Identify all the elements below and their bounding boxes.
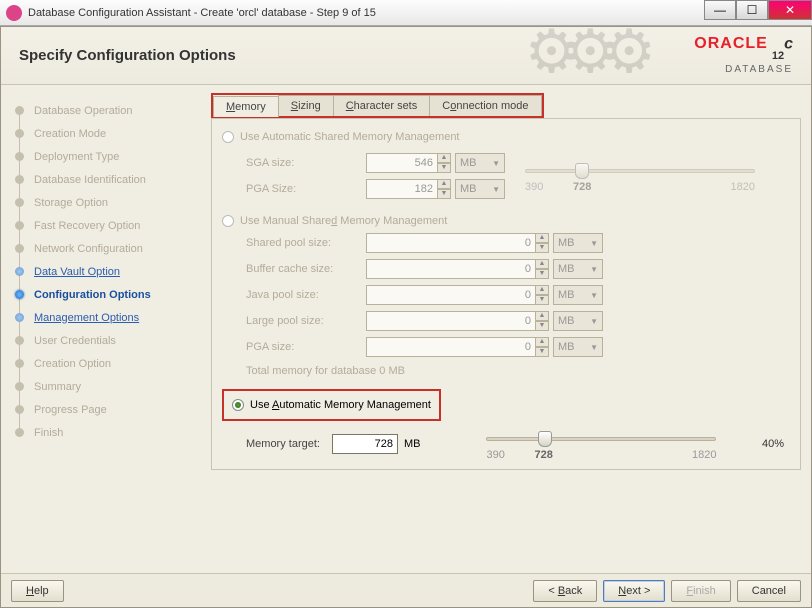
titlebar: Database Configuration Assistant - Creat… bbox=[0, 0, 812, 26]
pga-unit[interactable]: MB▼ bbox=[455, 179, 505, 199]
step-network-config: Network Configuration bbox=[15, 237, 193, 260]
header: Specify Configuration Options ⚙⚙⚙ ORACLE… bbox=[1, 27, 811, 85]
pga2-spinner[interactable]: ▲▼ bbox=[366, 337, 549, 357]
step-management-options[interactable]: Management Options bbox=[15, 306, 193, 329]
back-button[interactable]: < Back bbox=[533, 580, 597, 602]
radio-auto-memory[interactable]: Use Automatic Memory Management bbox=[232, 399, 431, 411]
step-config-options[interactable]: Configuration Options bbox=[15, 283, 193, 306]
large-pool-spinner[interactable]: ▲▼ bbox=[366, 311, 549, 331]
tab-sizing[interactable]: Sizing bbox=[278, 95, 334, 116]
slider-thumb[interactable] bbox=[575, 163, 589, 179]
finish-button: Finish bbox=[671, 580, 730, 602]
buffer-cache-spinner[interactable]: ▲▼ bbox=[366, 259, 549, 279]
tab-character-sets[interactable]: Character sets bbox=[333, 95, 431, 116]
gears-deco: ⚙⚙⚙ bbox=[525, 27, 641, 85]
caret-down-icon: ▼ bbox=[492, 159, 500, 168]
page-title: Specify Configuration Options bbox=[19, 47, 236, 64]
memory-target-unit: MB bbox=[404, 438, 421, 450]
step-data-vault[interactable]: Data Vault Option bbox=[15, 260, 193, 283]
memory-target-input[interactable] bbox=[332, 434, 398, 454]
memory-target-slider[interactable]: 3907281820 bbox=[486, 429, 716, 459]
step-creation-option: Creation Option bbox=[15, 352, 193, 375]
step-summary: Summary bbox=[15, 375, 193, 398]
help-button[interactable]: Help bbox=[11, 580, 64, 602]
sga-label: SGA size: bbox=[246, 157, 366, 169]
radio-icon bbox=[222, 131, 234, 143]
step-storage-option: Storage Option bbox=[15, 191, 193, 214]
step-progress-page: Progress Page bbox=[15, 398, 193, 421]
oracle-logo: ORACLE12c DATABASE bbox=[694, 36, 793, 75]
radio-selected-icon bbox=[232, 399, 244, 411]
tab-bar: Memory Sizing Character sets Connection … bbox=[211, 93, 544, 118]
spin-down-icon[interactable]: ▼ bbox=[437, 163, 451, 173]
tab-connection-mode[interactable]: Connection mode bbox=[429, 95, 541, 116]
maximize-button[interactable]: ☐ bbox=[736, 0, 768, 20]
slider-thumb[interactable] bbox=[538, 431, 552, 447]
shared-memory-slider: 3907281820 bbox=[525, 161, 755, 191]
close-button[interactable]: ✕ bbox=[768, 0, 812, 20]
footer: Help < Back Next > Finish Cancel bbox=[1, 573, 811, 607]
java-pool-spinner[interactable]: ▲▼ bbox=[366, 285, 549, 305]
shared-pool-spinner[interactable]: ▲▼ bbox=[366, 233, 549, 253]
step-user-credentials: User Credentials bbox=[15, 329, 193, 352]
next-button[interactable]: Next > bbox=[603, 580, 665, 602]
memory-panel: Use Automatic Shared Memory Management S… bbox=[211, 118, 801, 470]
step-fast-recovery: Fast Recovery Option bbox=[15, 214, 193, 237]
spin-up-icon[interactable]: ▲ bbox=[437, 153, 451, 163]
sga-input[interactable] bbox=[366, 153, 438, 173]
memory-pct: 40% bbox=[762, 438, 784, 450]
pga-label: PGA Size: bbox=[246, 183, 366, 195]
window-title: Database Configuration Assistant - Creat… bbox=[28, 7, 806, 19]
total-memory-label: Total memory for database 0 MB bbox=[246, 365, 790, 377]
auto-memory-highlight: Use Automatic Memory Management bbox=[222, 389, 441, 421]
minimize-button[interactable]: — bbox=[704, 0, 736, 20]
step-finish: Finish bbox=[15, 421, 193, 444]
step-database-operation: Database Operation bbox=[15, 99, 193, 122]
cancel-button[interactable]: Cancel bbox=[737, 580, 801, 602]
step-creation-mode: Creation Mode bbox=[15, 122, 193, 145]
memory-target-label: Memory target: bbox=[246, 438, 320, 450]
sga-unit[interactable]: MB▼ bbox=[455, 153, 505, 173]
tab-memory[interactable]: Memory bbox=[213, 96, 279, 117]
sga-spinner[interactable]: ▲▼ bbox=[366, 153, 451, 173]
wizard-steps: Database Operation Creation Mode Deploym… bbox=[1, 85, 201, 573]
radio-manual[interactable]: Use Manual Shared Memory Management bbox=[222, 215, 790, 227]
step-deployment-type: Deployment Type bbox=[15, 145, 193, 168]
pga-input[interactable] bbox=[366, 179, 438, 199]
step-db-identification: Database Identification bbox=[15, 168, 193, 191]
radio-auto-shared[interactable]: Use Automatic Shared Memory Management bbox=[222, 131, 790, 143]
pga-spinner[interactable]: ▲▼ bbox=[366, 179, 451, 199]
app-icon bbox=[6, 5, 22, 21]
